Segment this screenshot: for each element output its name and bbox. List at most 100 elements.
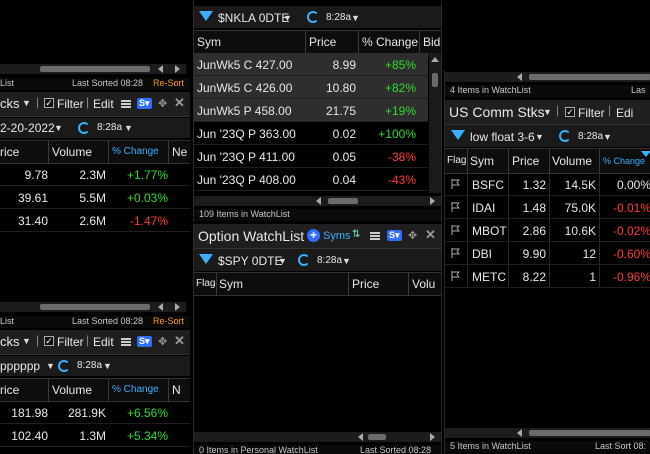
- filter-dropdown-icon[interactable]: ▼: [46, 361, 55, 371]
- refresh-icon[interactable]: [559, 130, 571, 142]
- right-top-hscrollbar[interactable]: [445, 72, 650, 82]
- filter-checkbox[interactable]: ✓: [565, 107, 575, 117]
- col-price[interactable]: rice: [0, 383, 19, 397]
- table-row[interactable]: JunWk5 C 426.00 10.80 +82%: [194, 76, 428, 99]
- scroll-thumb[interactable]: [529, 430, 650, 436]
- syms-link[interactable]: Syms: [323, 230, 351, 242]
- col-net[interactable]: N: [172, 383, 181, 397]
- s-settings-icon[interactable]: S▾: [137, 98, 152, 109]
- col-flag[interactable]: Flag: [196, 278, 215, 289]
- time-dropdown-icon[interactable]: ▼: [603, 132, 612, 142]
- watchlist-title[interactable]: Option WatchList: [198, 228, 304, 244]
- add-symbol-icon[interactable]: +: [307, 229, 320, 242]
- filter-dropdown-icon[interactable]: ▼: [535, 132, 544, 142]
- edit-link[interactable]: Edit: [93, 97, 114, 111]
- move-icon[interactable]: ✥: [158, 97, 167, 110]
- col-change[interactable]: % Change: [112, 384, 159, 395]
- table-row[interactable]: Jun '23Q P 408.00 0.04 -43%: [194, 168, 428, 191]
- refresh-icon[interactable]: [298, 254, 310, 266]
- table-row[interactable]: 39.61 5.5M +0.03%: [0, 186, 190, 209]
- scroll-left-arrow-icon[interactable]: [158, 303, 163, 311]
- close-icon[interactable]: ✕: [425, 227, 436, 243]
- menu-icon[interactable]: [121, 338, 131, 346]
- col-sym[interactable]: Sym: [197, 35, 221, 49]
- filter-funnel-icon[interactable]: [199, 11, 213, 21]
- scroll-right-arrow-icon[interactable]: [430, 433, 435, 441]
- flag-icon[interactable]: [451, 225, 460, 235]
- middle-top-hscrollbar[interactable]: [194, 196, 441, 206]
- filter-funnel-icon[interactable]: [199, 254, 213, 264]
- s-settings-icon[interactable]: S▾: [387, 230, 402, 241]
- col-change[interactable]: % Change: [112, 146, 159, 157]
- scroll-thumb[interactable]: [328, 198, 358, 204]
- move-icon[interactable]: ✥: [158, 335, 167, 348]
- refresh-icon[interactable]: [78, 122, 90, 134]
- col-sym[interactable]: Sym: [470, 154, 494, 168]
- col-volume[interactable]: Volu: [412, 277, 435, 291]
- left-bottom-hscrollbar[interactable]: [0, 302, 186, 312]
- scroll-right-arrow-icon[interactable]: [175, 65, 180, 73]
- col-change[interactable]: % Change: [362, 35, 418, 49]
- resort-link[interactable]: Re-Sort: [153, 316, 184, 326]
- table-row[interactable]: IDAI 1.48 75.0K -0.01%: [445, 196, 650, 219]
- time-dropdown-icon[interactable]: ▼: [351, 13, 360, 23]
- title-dropdown-icon[interactable]: ▼: [543, 107, 552, 117]
- table-row[interactable]: DBI 9.90 12 -0.60%: [445, 242, 650, 265]
- filter-dropdown-icon[interactable]: ▼: [278, 256, 287, 266]
- col-price[interactable]: Price: [309, 35, 336, 49]
- table-row[interactable]: MBOT 2.86 10.6K -0.02%: [445, 219, 650, 242]
- filter-name[interactable]: low float 3-6: [470, 130, 535, 144]
- middle-bottom-hscrollbar[interactable]: [194, 432, 441, 442]
- filter-checkbox[interactable]: ✓: [44, 98, 54, 108]
- scroll-left-arrow-icon[interactable]: [517, 429, 522, 437]
- scroll-left-arrow-icon[interactable]: [517, 73, 522, 81]
- table-row[interactable]: METC 8.22 1 -0.96%: [445, 265, 650, 288]
- col-flag[interactable]: Flag: [447, 155, 466, 166]
- col-net[interactable]: Ne: [172, 145, 187, 159]
- filter-name[interactable]: $NKLA 0DTE: [218, 11, 289, 25]
- date-filter[interactable]: 2-20-2022: [0, 121, 55, 135]
- middle-top-vscrollbar[interactable]: [429, 53, 441, 193]
- scroll-left-arrow-icon[interactable]: [158, 65, 163, 73]
- table-row[interactable]: Jun '23Q P 411.00 0.05 -38%: [194, 145, 428, 168]
- time-dropdown-icon[interactable]: ▼: [342, 256, 351, 266]
- scroll-right-arrow-icon[interactable]: [175, 303, 180, 311]
- scroll-up-arrow-icon[interactable]: [431, 57, 439, 62]
- col-sym[interactable]: Sym: [219, 277, 243, 291]
- scroll-left-arrow-icon[interactable]: [358, 433, 363, 441]
- scroll-right-arrow-icon[interactable]: [430, 197, 435, 205]
- filter-checkbox[interactable]: ✓: [44, 336, 54, 346]
- title-dropdown-icon[interactable]: ▼: [22, 98, 31, 108]
- flag-icon[interactable]: [451, 202, 460, 212]
- col-volume[interactable]: Volume: [52, 145, 92, 159]
- scroll-thumb[interactable]: [368, 434, 386, 440]
- flag-icon[interactable]: [451, 179, 460, 189]
- close-icon[interactable]: ✕: [174, 95, 185, 111]
- right-bottom-hscrollbar[interactable]: [445, 428, 650, 438]
- filter-dropdown-icon[interactable]: ▼: [283, 13, 292, 23]
- refresh-icon[interactable]: [58, 360, 70, 372]
- watchlist-title[interactable]: cks: [0, 334, 20, 349]
- left-top-hscrollbar[interactable]: [0, 64, 186, 74]
- col-price[interactable]: rice: [0, 145, 19, 159]
- table-row[interactable]: Jun '23Q P 363.00 0.02 +100%: [194, 122, 428, 145]
- filter-funnel-icon[interactable]: [451, 130, 465, 140]
- table-row[interactable]: 181.98 281.9K +6.56%: [0, 401, 190, 424]
- time-dropdown-icon[interactable]: ▼: [124, 123, 133, 133]
- scroll-thumb[interactable]: [40, 66, 150, 72]
- menu-icon[interactable]: [121, 100, 131, 108]
- scroll-thumb[interactable]: [529, 74, 650, 80]
- col-price[interactable]: Price: [512, 154, 539, 168]
- scroll-thumb[interactable]: [432, 73, 438, 87]
- col-volume[interactable]: Volume: [552, 154, 592, 168]
- scroll-left-arrow-icon[interactable]: [316, 197, 321, 205]
- col-bid[interactable]: Bid: [423, 35, 440, 49]
- table-row[interactable]: JunWk5 C 427.00 8.99 +85%: [194, 53, 428, 76]
- scroll-thumb[interactable]: [40, 304, 150, 310]
- close-icon[interactable]: ✕: [174, 333, 185, 349]
- col-change[interactable]: % Change: [603, 156, 645, 166]
- refresh-icon[interactable]: [307, 11, 319, 23]
- flag-icon[interactable]: [451, 248, 460, 258]
- col-volume[interactable]: Volume: [52, 383, 92, 397]
- date-dropdown-icon[interactable]: ▼: [54, 123, 63, 133]
